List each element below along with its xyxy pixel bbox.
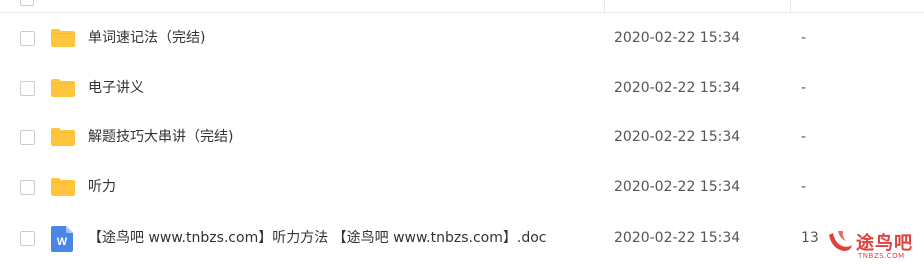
file-size: -: [801, 179, 807, 195]
file-row[interactable]: 听力 2020-02-22 15:34 -: [0, 162, 924, 212]
bird-logo-icon: [829, 231, 852, 251]
folder-icon: [51, 29, 75, 47]
file-size: -: [801, 80, 807, 96]
file-size: -: [801, 30, 807, 46]
file-row[interactable]: 单词速记法（完结) 2020-02-22 15:34 -: [0, 13, 924, 63]
file-row[interactable]: 电子讲义 2020-02-22 15:34 -: [0, 63, 924, 113]
modified-date: 2020-02-22 15:34: [614, 230, 741, 246]
watermark-subtext: TNBZS.COM: [858, 252, 905, 260]
modified-date: 2020-02-22 15:34: [614, 129, 741, 145]
size-column-divider: [790, 0, 791, 12]
folder-icon: [51, 79, 75, 97]
date-column-divider: [604, 0, 605, 12]
file-row[interactable]: 解题技巧大串讲（完结) 2020-02-22 15:34 -: [0, 112, 924, 162]
file-row[interactable]: W 【途鸟吧 www.tnbzs.com】听力方法 【途鸟吧 www.tnbzs…: [0, 213, 924, 263]
file-list-panel: 单词速记法（完结) 2020-02-22 15:34 - 电子讲义 2020-0…: [0, 0, 924, 264]
file-size: 13: [801, 230, 819, 246]
file-list-header: [0, 0, 924, 13]
modified-date: 2020-02-22 15:34: [614, 80, 741, 96]
file-name-link[interactable]: 单词速记法（完结): [88, 28, 205, 48]
modified-date: 2020-02-22 15:34: [614, 179, 741, 195]
file-name-link[interactable]: 电子讲义: [88, 78, 144, 98]
word-icon-letter: W: [57, 236, 68, 248]
row-checkbox[interactable]: [20, 31, 35, 46]
modified-date: 2020-02-22 15:34: [614, 30, 741, 46]
folder-icon: [51, 128, 75, 146]
folder-icon: [51, 178, 75, 196]
row-checkbox[interactable]: [20, 81, 35, 96]
row-checkbox[interactable]: [20, 130, 35, 145]
file-name-link[interactable]: 解题技巧大串讲（完结): [88, 127, 233, 147]
file-name-link[interactable]: 听力: [88, 177, 116, 197]
row-checkbox[interactable]: [20, 180, 35, 195]
select-all-checkbox[interactable]: [20, 0, 34, 6]
file-size: -: [801, 129, 807, 145]
watermark: 途鸟吧 TNBZS.COM: [826, 225, 922, 263]
file-name-link[interactable]: 【途鸟吧 www.tnbzs.com】听力方法 【途鸟吧 www.tnbzs.c…: [88, 228, 546, 248]
word-doc-icon: W: [51, 226, 73, 252]
row-checkbox[interactable]: [20, 231, 35, 246]
